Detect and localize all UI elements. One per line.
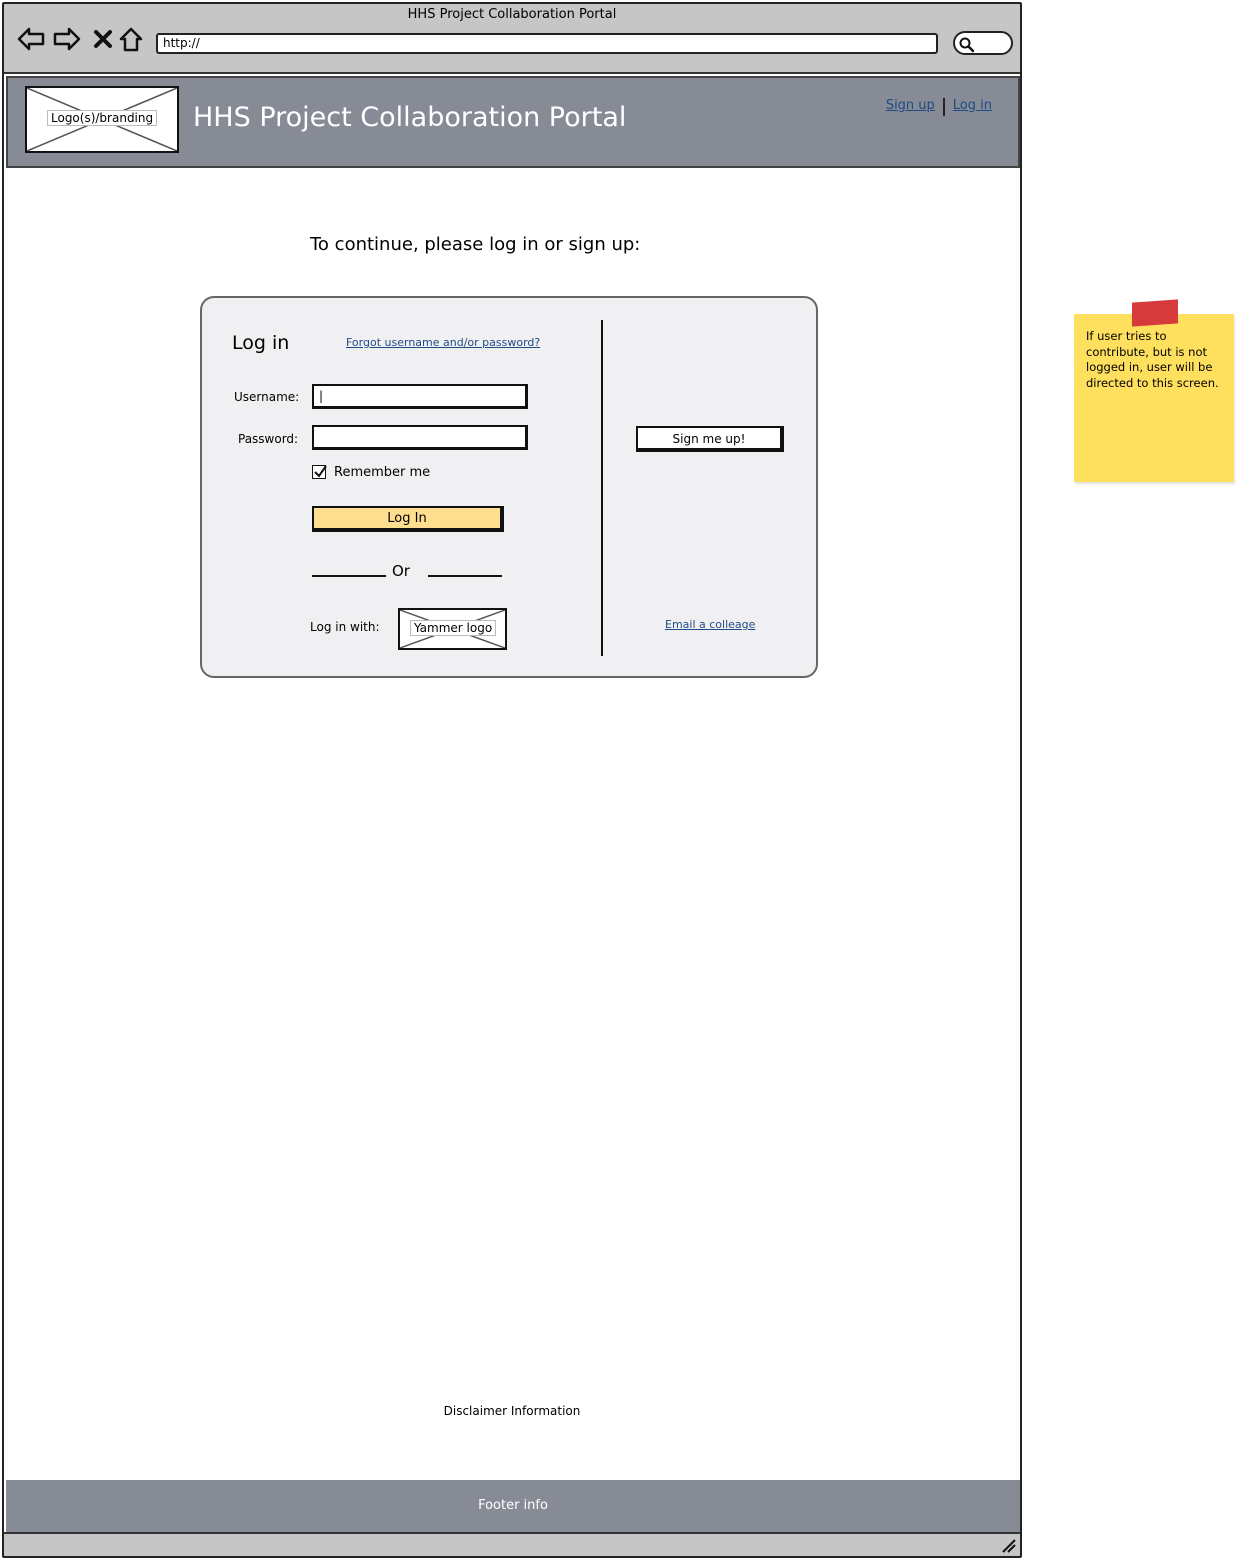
remember-me-label: Remember me — [334, 465, 431, 480]
site-header: Logo(s)/branding HHS Project Collaborati… — [6, 76, 1020, 168]
sticky-note-text: If user tries to contribute, but is not … — [1086, 329, 1219, 390]
close-icon[interactable] — [88, 24, 118, 54]
login-heading: Log in — [232, 332, 290, 354]
site-footer: Footer info — [6, 1480, 1020, 1532]
url-bar[interactable]: http:// — [156, 33, 938, 54]
logo-placeholder: Logo(s)/branding — [25, 86, 179, 153]
header-auth-links: Sign up Log in — [886, 94, 992, 116]
login-prompt: To continue, please log in or sign up: — [310, 234, 641, 255]
browser-search-box[interactable] — [953, 31, 1013, 55]
or-divider-left — [312, 575, 386, 577]
back-arrow-icon[interactable] — [16, 24, 46, 54]
header-login-link[interactable]: Log in — [953, 98, 992, 113]
sign-me-up-button[interactable]: Sign me up! — [636, 426, 784, 452]
login-button[interactable]: Log In — [312, 506, 504, 532]
site-title: HHS Project Collaboration Portal — [193, 102, 627, 133]
username-label: Username: — [234, 390, 300, 404]
password-field[interactable] — [312, 425, 528, 450]
forward-arrow-icon[interactable] — [52, 24, 82, 54]
forgot-credentials-link[interactable]: Forgot username and/or password? — [346, 336, 540, 349]
sticky-tape — [1132, 299, 1178, 327]
disclaimer-text: Disclaimer Information — [443, 1404, 581, 1418]
yammer-logo-label: Yammer logo — [410, 620, 497, 636]
browser-window: HHS Project Collaboration Portal http://… — [2, 2, 1022, 1558]
username-field[interactable] — [312, 384, 528, 409]
header-signup-link[interactable]: Sign up — [886, 98, 935, 113]
header-link-divider — [942, 98, 945, 116]
browser-status-bar — [4, 1532, 1020, 1556]
search-icon — [959, 37, 975, 53]
remember-me-checkbox[interactable] — [312, 465, 327, 479]
or-label: Or — [392, 562, 410, 580]
window-title: HHS Project Collaboration Portal — [407, 7, 617, 22]
email-colleague-link[interactable]: Email a colleage — [665, 618, 755, 631]
password-label: Password: — [238, 432, 299, 446]
home-icon[interactable] — [116, 24, 146, 54]
check-icon — [314, 465, 327, 478]
login-with-label: Log in with: — [310, 620, 380, 634]
login-panel: Log in Forgot username and/or password? … — [200, 296, 818, 678]
resize-grip-icon[interactable] — [1000, 1537, 1016, 1553]
browser-chrome: HHS Project Collaboration Portal http:// — [4, 4, 1020, 74]
panel-divider — [601, 320, 603, 656]
sticky-note: If user tries to contribute, but is not … — [1074, 299, 1234, 482]
logo-label: Logo(s)/branding — [47, 110, 158, 126]
yammer-login-button[interactable]: Yammer logo — [398, 608, 507, 650]
or-divider-right — [428, 575, 502, 577]
